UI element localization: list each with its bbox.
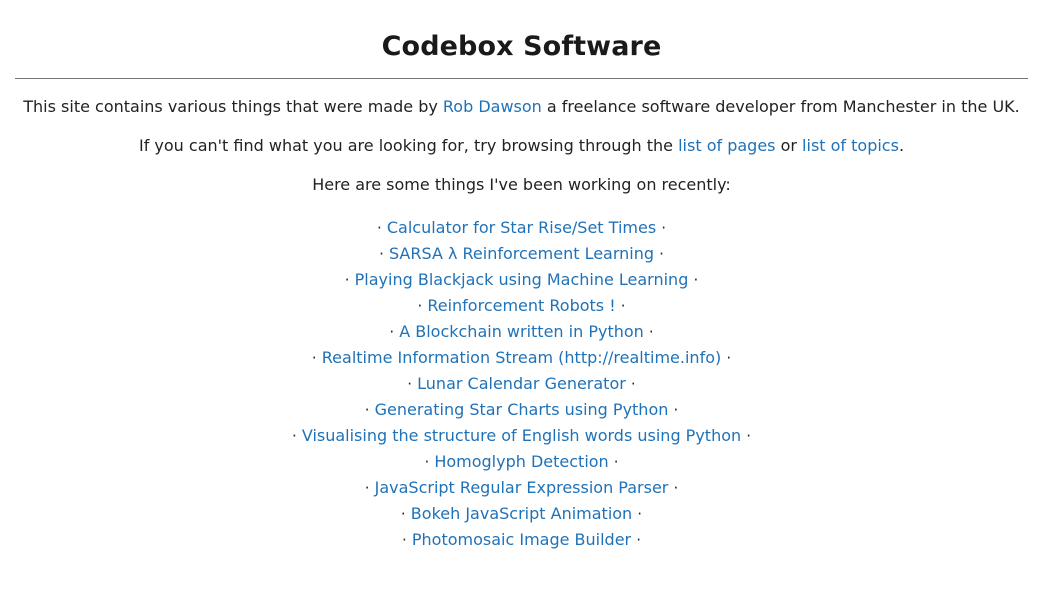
list-item: · Homoglyph Detection · — [0, 449, 1043, 475]
item-separator-right: · — [636, 531, 641, 549]
list-item: · Lunar Calendar Generator · — [0, 371, 1043, 397]
project-link[interactable]: A Blockchain written in Python — [399, 322, 644, 341]
list-item: · Generating Star Charts using Python · — [0, 397, 1043, 423]
item-separator-right: · — [673, 401, 679, 419]
list-item: · A Blockchain written in Python · — [0, 319, 1043, 345]
project-link[interactable]: Playing Blackjack using Machine Learning — [355, 270, 689, 289]
list-item: · Playing Blackjack using Machine Learni… — [0, 267, 1043, 293]
page-root: Codebox Software This site contains vari… — [0, 0, 1043, 596]
list-item: · Realtime Information Stream (http://re… — [0, 345, 1043, 371]
item-separator-right: · — [693, 271, 699, 289]
project-link[interactable]: JavaScript Regular Expression Parser — [375, 478, 669, 497]
page-title: Codebox Software — [381, 31, 662, 62]
item-separator-right: · — [659, 245, 664, 263]
recent-projects-list: · Calculator for Star Rise/Set Times · · … — [0, 196, 1043, 553]
item-separator-left: · — [424, 453, 430, 471]
item-separator-left: · — [407, 375, 413, 393]
project-link[interactable]: Bokeh JavaScript Animation — [411, 504, 632, 523]
list-of-pages-link[interactable]: list of pages — [678, 136, 775, 155]
browse-text-after-links: . — [898, 136, 905, 155]
project-link[interactable]: Calculator for Star Rise/Set Times — [387, 218, 656, 237]
project-link[interactable]: Lunar Calendar Generator — [417, 374, 626, 393]
item-separator-right: · — [661, 219, 667, 237]
item-separator-right: · — [637, 505, 643, 523]
item-separator-left: · — [364, 479, 370, 497]
intro-section: This site contains various things that w… — [0, 79, 1043, 196]
list-item: · Photomosaic Image Builder · — [0, 527, 1043, 553]
item-separator-left: · — [417, 297, 423, 315]
browse-text-between-links: or — [775, 136, 803, 155]
browse-text-before-links: If you can't find what you are looking f… — [138, 136, 679, 155]
author-link[interactable]: Rob Dawson — [443, 97, 542, 116]
project-link[interactable]: Generating Star Charts using Python — [375, 400, 669, 419]
list-item: · Reinforcement Robots ! · — [0, 293, 1043, 319]
item-separator-left: · — [311, 349, 317, 367]
project-link[interactable]: Photomosaic Image Builder — [412, 530, 631, 549]
item-separator-right: · — [726, 349, 732, 367]
list-item: · SARSA λ Reinforcement Learning · — [0, 241, 1043, 267]
project-link[interactable]: Reinforcement Robots ! — [427, 296, 615, 315]
item-separator-right: · — [630, 375, 636, 393]
intro-paragraph-2: If you can't find what you are looking f… — [0, 135, 1043, 157]
list-of-topics-link[interactable]: list of topics — [802, 136, 899, 155]
project-link[interactable]: Realtime Information Stream (http://real… — [322, 348, 721, 367]
item-separator-left: · — [364, 401, 370, 419]
item-separator-right: · — [648, 323, 654, 341]
project-link[interactable]: SARSA λ Reinforcement Learning — [389, 244, 654, 263]
intro-paragraph-1: This site contains various things that w… — [0, 96, 1043, 118]
item-separator-right: · — [620, 297, 626, 315]
item-separator-left: · — [379, 245, 384, 263]
intro-text-before-author: This site contains various things that w… — [23, 97, 443, 116]
item-separator-left: · — [389, 323, 395, 341]
item-separator-left: · — [376, 219, 382, 237]
project-link[interactable]: Visualising the structure of English wor… — [302, 426, 741, 445]
list-item: · Bokeh JavaScript Animation · — [0, 501, 1043, 527]
recent-work-heading: Here are some things I've been working o… — [312, 175, 731, 194]
item-separator-right: · — [673, 479, 679, 497]
item-separator-left: · — [344, 271, 350, 289]
item-separator-left: · — [291, 427, 297, 445]
item-separator-right: · — [613, 453, 619, 471]
item-separator-left: · — [400, 505, 406, 523]
project-link[interactable]: Homoglyph Detection — [434, 452, 608, 471]
item-separator-left: · — [401, 531, 407, 549]
intro-text-after-author: a freelance software developer from Manc… — [541, 97, 1020, 116]
list-item: · Visualising the structure of English w… — [0, 423, 1043, 449]
list-item: · Calculator for Star Rise/Set Times · — [0, 215, 1043, 241]
list-item: · JavaScript Regular Expression Parser · — [0, 475, 1043, 501]
item-separator-right: · — [746, 427, 752, 445]
